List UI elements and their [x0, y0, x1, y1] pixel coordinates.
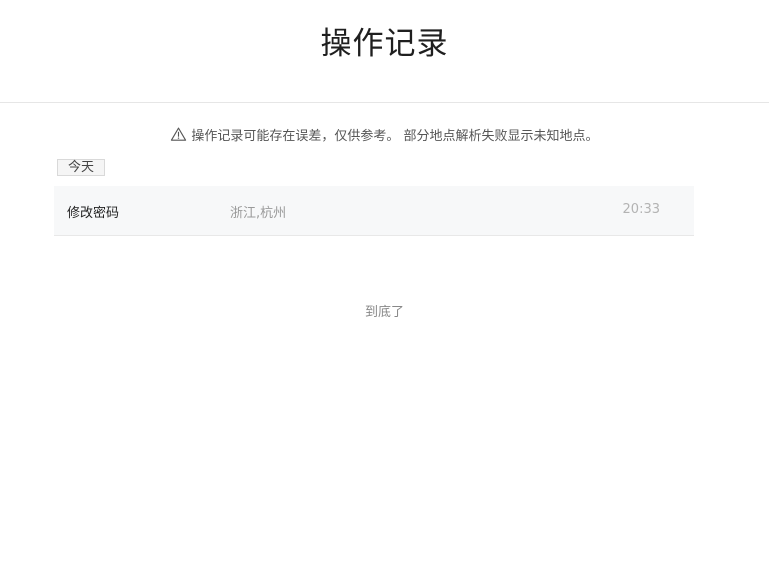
notice-banner: 操作记录可能存在误差，仅供参考。 部分地点解析失败显示未知地点。: [0, 124, 769, 144]
list-end-text: 到底了: [364, 305, 404, 320]
record-list: 修改密码 浙江,杭州 20:33: [54, 186, 694, 236]
record-action: 修改密码: [67, 206, 120, 221]
record-row[interactable]: 修改密码 浙江,杭州 20:33: [54, 186, 694, 236]
page-title: 操作记录: [320, 26, 449, 62]
date-group-label: 今天: [57, 159, 105, 176]
page-header: 操作记录: [0, 0, 769, 103]
notice-text: 操作记录可能存在误差，仅供参考。 部分地点解析失败显示未知地点。: [191, 128, 599, 144]
record-location: 浙江,杭州: [230, 206, 287, 221]
warning-icon: [171, 127, 187, 141]
operation-log-page: 操作记录 操作记录可能存在误差，仅供参考。 部分地点解析失败显示未知地点。 今天…: [0, 0, 769, 563]
record-time: 20:33: [622, 202, 660, 217]
